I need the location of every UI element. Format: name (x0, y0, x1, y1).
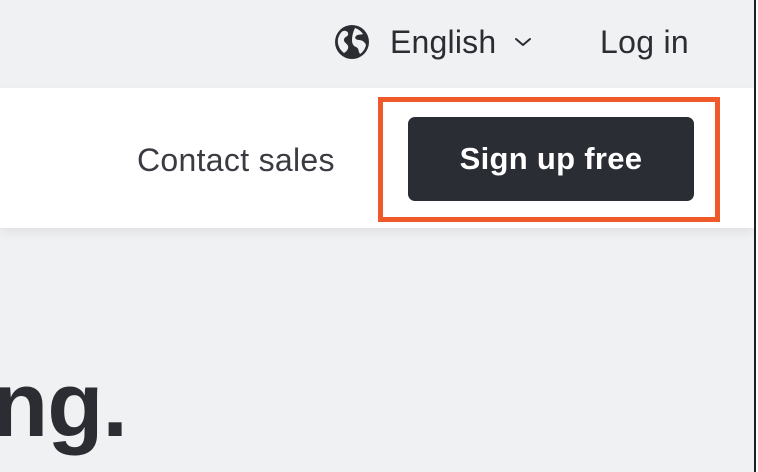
globe-icon (335, 25, 369, 59)
login-link[interactable]: Log in (600, 22, 689, 62)
language-selector[interactable]: English (334, 22, 532, 62)
utility-bar: English Log in (0, 0, 754, 88)
signup-button[interactable]: Sign up free (408, 117, 694, 201)
hero-headline: ng. (0, 354, 128, 456)
contact-sales-link[interactable]: Contact sales (137, 140, 335, 180)
chevron-down-icon (515, 38, 532, 46)
main-nav: Contact sales Sign up free (0, 88, 754, 228)
language-label: English (390, 23, 497, 60)
